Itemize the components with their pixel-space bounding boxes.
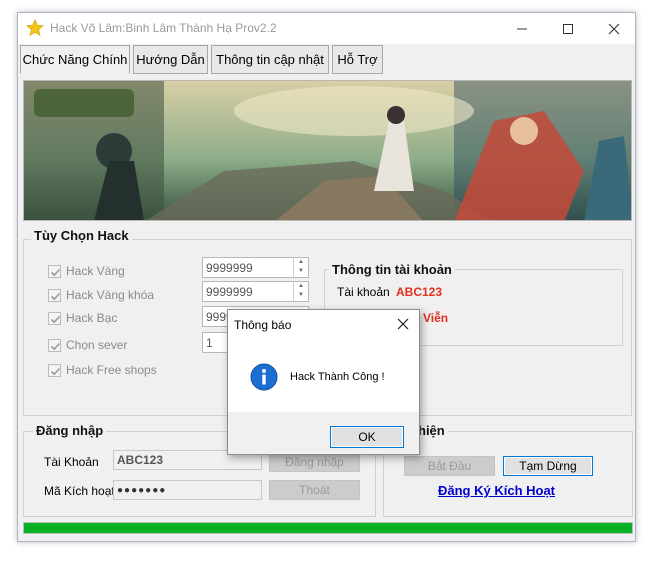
tab-chuc-nang-chinh[interactable]: Chức Năng Chính — [20, 45, 130, 74]
progress-bar — [23, 522, 633, 534]
game-banner-image — [23, 80, 632, 221]
register-activation-link[interactable]: Đăng Ký Kích Hoạt — [438, 483, 555, 498]
minimize-button[interactable] — [499, 13, 545, 44]
check-icon — [50, 268, 61, 276]
spin-down-icon[interactable]: ▼ — [298, 292, 304, 298]
checkbox-label: Chọn sever — [66, 338, 128, 352]
window-title: Hack Võ Lâm:Binh Lâm Thành Hạ Prov2.2 — [50, 21, 277, 35]
title-bar[interactable]: Hack Võ Lâm:Binh Lâm Thành Hạ Prov2.2 — [18, 13, 635, 44]
close-button[interactable] — [591, 13, 637, 44]
spinner-value: 9999999 — [206, 285, 253, 299]
checkbox-box[interactable] — [48, 363, 61, 377]
checkbox-hack-vang[interactable]: Hack Vàng — [48, 263, 125, 279]
tab-huong-dan[interactable]: Hướng Dẫn — [133, 45, 208, 74]
checkbox-label: Hack Vàng khóa — [66, 288, 155, 302]
checkbox-box[interactable] — [48, 264, 61, 278]
hack-vang-spinner[interactable]: 9999999 ▲ ▼ — [202, 257, 309, 278]
checkbox-chon-sever[interactable]: Chọn sever — [48, 337, 127, 353]
tab-thong-tin-cap-nhat[interactable]: Thông tin cập nhật — [211, 45, 329, 74]
close-icon[interactable] — [397, 318, 409, 330]
check-icon — [50, 315, 61, 323]
maximize-button[interactable] — [545, 13, 591, 44]
dialog-message: Hack Thành Công ! — [290, 371, 385, 383]
check-icon — [50, 292, 61, 300]
checkbox-label: Hack Free shops — [66, 363, 157, 377]
desktop: Hack Võ Lâm:Binh Lâm Thành Hạ Prov2.2 Ch… — [0, 0, 660, 561]
banner-artwork — [24, 81, 631, 220]
exit-button[interactable]: Thoát — [269, 480, 360, 500]
hack-vang-khoa-spinner[interactable]: 9999999 ▲ ▼ — [202, 281, 309, 302]
activation-code-label: Mã Kích hoạt — [44, 484, 115, 498]
login-title: Đăng nhập — [33, 423, 107, 438]
spin-up-icon[interactable]: ▲ — [298, 283, 304, 289]
checkbox-box[interactable] — [48, 311, 61, 325]
spinner-arrows[interactable]: ▲ ▼ — [293, 258, 308, 277]
message-dialog: Thông báo Hack Thành Công ! OK — [227, 309, 420, 455]
dialog-body: Thông báo Hack Thành Công ! — [228, 310, 419, 412]
progress-fill — [24, 523, 632, 533]
checkbox-label: Hack Bạc — [66, 311, 118, 325]
checkbox-hack-bac[interactable]: Hack Bạc — [48, 310, 117, 326]
dialog-title: Thông báo — [234, 318, 292, 332]
check-icon — [50, 367, 61, 375]
star-icon — [26, 19, 44, 37]
checkbox-box[interactable] — [48, 338, 61, 352]
close-icon — [608, 23, 620, 34]
spinner-arrows[interactable]: ▲ ▼ — [293, 282, 308, 301]
checkbox-hack-vang-khoa[interactable]: Hack Vàng khóa — [48, 287, 154, 303]
login-button[interactable]: Đăng nhập — [269, 452, 360, 472]
options-group-title: Tùy Chọn Hack — [31, 228, 132, 243]
checkbox-hack-free-shops[interactable]: Hack Free shops — [48, 362, 157, 378]
account-label: Tài khoản — [337, 285, 390, 299]
activation-code-input[interactable]: ●●●●●●● — [113, 480, 262, 500]
minimize-icon — [517, 28, 527, 29]
ok-button[interactable]: OK — [330, 426, 404, 448]
checkbox-box[interactable] — [48, 288, 61, 302]
spin-up-icon[interactable]: ▲ — [298, 259, 304, 265]
maximize-icon — [563, 23, 573, 34]
check-icon — [50, 342, 61, 350]
start-button[interactable]: Bắt Đầu — [404, 456, 495, 476]
spinner-value: 1 — [206, 336, 213, 350]
account-value: ABC123 — [396, 285, 443, 299]
vip-value: Viễn — [423, 311, 449, 325]
login-account-label: Tài Khoản — [44, 455, 99, 469]
info-icon — [250, 363, 278, 391]
account-info-title: Thông tin tài khoản — [329, 262, 455, 277]
pause-button[interactable]: Tạm Dừng — [503, 456, 593, 476]
checkbox-label: Hack Vàng — [66, 264, 125, 278]
tab-ho-tro[interactable]: Hỗ Trợ — [332, 45, 383, 74]
main-window: Hack Võ Lâm:Binh Lâm Thành Hạ Prov2.2 Ch… — [17, 12, 636, 542]
spinner-value: 9999999 — [206, 261, 253, 275]
spin-down-icon[interactable]: ▼ — [298, 268, 304, 274]
